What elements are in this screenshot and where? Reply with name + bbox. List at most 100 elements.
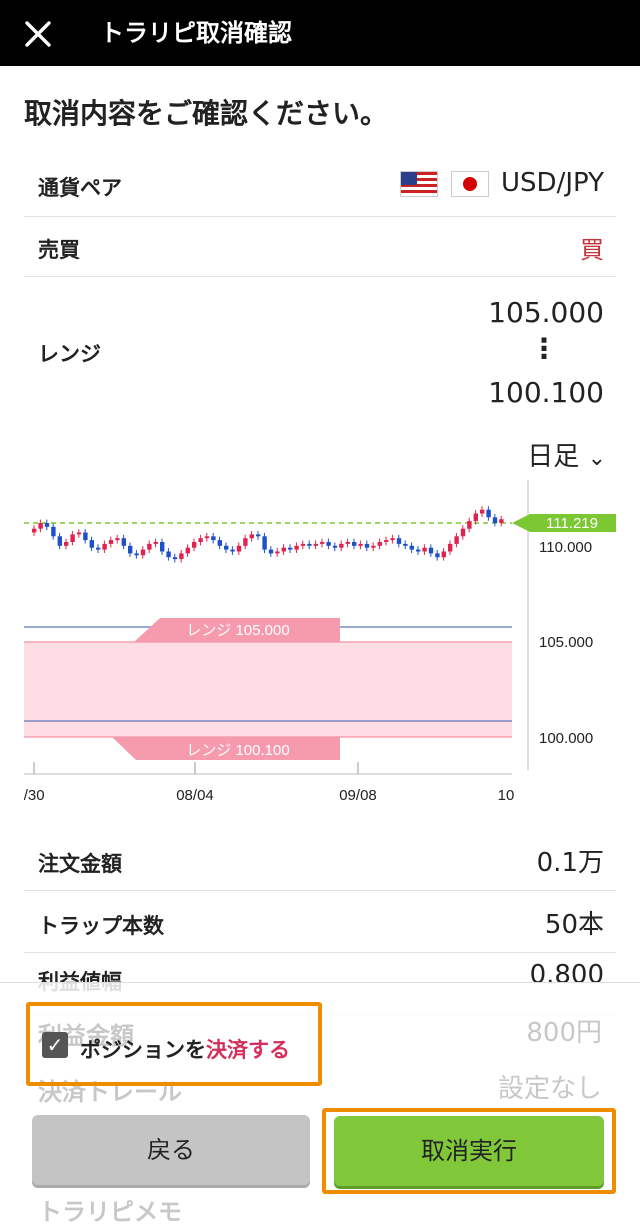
execute-button-highlight: 取消実行 [322,1108,616,1194]
candle-body [160,542,165,552]
candle-body [390,538,395,541]
x-tick-label: 5/30 [24,787,45,804]
candle-body [294,545,299,550]
candle-body [268,549,274,554]
candle-body [300,543,306,546]
checkbox-icon: ✓ [42,1032,68,1058]
candle-body [364,543,370,548]
label: 注文金額 [38,852,122,876]
candle-body [384,540,389,542]
candle-body [352,542,357,546]
candle-body [83,532,88,541]
candle-body [38,523,43,529]
faded-label: トラリピメモ [38,1198,182,1226]
candle-body [499,519,504,523]
candle-body [409,545,414,550]
close-icon [25,21,51,47]
jp-flag-icon [450,170,489,197]
label: トラップ本数 [38,914,164,938]
candles [32,506,504,563]
candle-body [179,553,184,560]
candle-body [32,528,37,533]
faded-value: 800円 [526,1018,602,1048]
candle-body [454,536,459,544]
row-side: 売買 買 [24,216,616,277]
y-tick-105: 105.000 [539,634,593,651]
candle-body [51,526,56,537]
candle-body [102,543,107,550]
candle-body [224,545,229,550]
label: レンジ [38,342,101,366]
candle-body [480,509,485,514]
candle-body [473,513,478,522]
checkbox-label-prefix: ポジションを [80,1038,206,1062]
candle-body [467,521,472,529]
range-upper-tag-label: レンジ 105.000 [186,622,289,639]
chevron-down-icon: ⌄ [587,446,606,471]
candle-body [358,543,363,546]
timeframe-selector[interactable]: 日足 ⌄ [527,436,606,473]
value: 50本 [544,910,604,940]
candle-body [371,545,376,548]
row-range: レンジ 105.000 ⋮ 100.100 [24,276,616,426]
side-value: 買 [580,236,604,264]
candle-body [185,547,190,554]
checkbox-label: ポジションを決済する [80,1034,290,1064]
timeframe-label: 日足 [527,442,580,472]
candle-body [320,542,325,544]
y-tick-100: 100.000 [539,730,593,747]
candle-body [217,540,222,546]
candle-body [428,547,434,554]
pair-value: USD/JPY [501,168,604,198]
candle-body [108,540,114,544]
label: 売買 [38,238,80,262]
candle-body [448,543,453,552]
candle-body [153,542,158,544]
candle-body [230,549,235,552]
candle-body [204,536,210,539]
candle-body [396,538,402,544]
candle-body [435,553,440,558]
candle-body [441,551,446,558]
candle-body [416,549,421,552]
candle-body [313,543,318,546]
range-lower-tag-label: レンジ 100.100 [186,742,289,759]
label: 通貨ペア [38,176,122,200]
chart-svg: レンジ 105.000 レンジ 100.100 111.219 110.000 … [15,480,616,804]
settle-position-checkbox[interactable]: ✓ ポジションを決済する [26,1002,322,1086]
candle-body [422,547,427,552]
x-tick-label: 10 [498,787,515,804]
price-chart[interactable]: レンジ 105.000 レンジ 100.100 111.219 110.000 … [15,480,616,820]
close-button[interactable] [18,14,58,54]
candle-body [64,542,69,546]
range-lower: 100.100 [488,376,604,409]
x-tick-label: 09/08 [339,787,377,804]
candle-body [192,542,197,548]
candle-body [89,540,94,548]
candle-body [326,542,331,546]
row-trap-count: トラップ本数 50本 [24,890,616,953]
candle-body [275,551,280,554]
candle-body [307,543,312,546]
candle-body [486,509,491,518]
candle-body [281,547,286,552]
range-upper: 105.000 [488,296,604,329]
candle-body [96,547,101,550]
candle-body [76,532,82,535]
candle-body [147,543,152,550]
candle-body [211,536,216,541]
candle-body [262,536,267,550]
value: 0.1万 [536,848,604,878]
back-button[interactable]: 戻る [32,1115,310,1185]
candle-body [166,551,171,558]
execute-cancel-button[interactable]: 取消実行 [334,1116,604,1186]
candle-body [249,534,254,539]
faded-value: 設定なし [497,1074,602,1104]
top-bar: トラリピ取消確認 [0,0,640,66]
candle-body [115,538,120,541]
confirm-heading: 取消内容をご確認ください。 [24,97,389,130]
candle-body [460,528,466,537]
current-price-label: 111.219 [546,515,598,532]
candle-body [256,534,261,537]
candle-body [345,542,350,544]
